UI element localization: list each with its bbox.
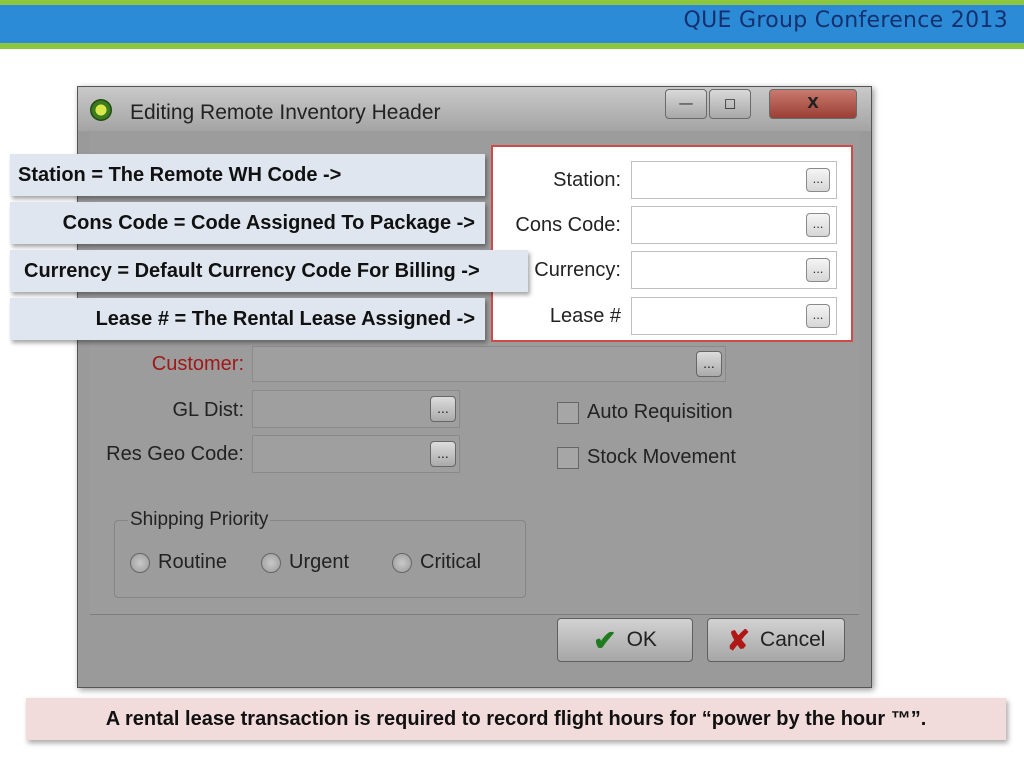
bottom-note: A rental lease transaction is required t… (26, 698, 1006, 740)
station-callout: Station = The Remote WH Code -> (10, 154, 485, 196)
lease-lookup-button[interactable]: ... (806, 304, 830, 328)
priority-critical-label: Critical (420, 551, 482, 573)
cons-code-callout: Cons Code = Code Assigned To Package -> (10, 202, 485, 244)
lease-field[interactable]: ... (631, 297, 837, 335)
gl-dist-field[interactable] (252, 390, 460, 428)
customer-lookup-button[interactable]: ... (696, 351, 722, 377)
station-label: Station: (553, 169, 621, 191)
priority-routine-label: Routine (158, 551, 227, 573)
window-title: Editing Remote Inventory Header (130, 101, 441, 124)
lease-callout: Lease # = The Rental Lease Assigned -> (10, 298, 485, 340)
lease-label: Lease # (549, 305, 621, 327)
res-geo-code-lookup-button[interactable]: ... (430, 441, 456, 467)
priority-critical-option[interactable]: Critical (392, 551, 481, 574)
priority-critical-radio[interactable] (392, 552, 412, 573)
close-button[interactable]: X (769, 89, 857, 119)
cons-code-label: Cons Code: (515, 214, 621, 236)
customer-label: Customer: (151, 353, 244, 375)
auto-requisition-label: Auto Requisition (587, 401, 733, 423)
stock-movement-checkbox[interactable] (557, 446, 579, 469)
currency-field[interactable]: ... (631, 251, 837, 289)
slide-header: QUE Group Conference 2013 (0, 0, 1024, 50)
ok-button-label: OK (626, 628, 657, 651)
checkmark-icon: ✔ (593, 624, 617, 656)
cons-code-lookup-button[interactable]: ... (806, 213, 830, 237)
red-x-icon: ✘ (726, 624, 751, 656)
priority-urgent-radio[interactable] (261, 552, 281, 573)
res-geo-code-field[interactable] (252, 435, 460, 473)
priority-urgent-label: Urgent (289, 551, 350, 573)
cons-code-field[interactable]: ... (631, 206, 837, 244)
currency-lookup-button[interactable]: ... (806, 258, 830, 282)
minimize-button[interactable]: — (665, 89, 707, 119)
customer-field[interactable] (252, 346, 726, 382)
shipping-priority-title: Shipping Priority (128, 509, 271, 531)
window-titlebar[interactable]: Editing Remote Inventory Header — ◻ X (78, 87, 871, 131)
auto-requisition-option[interactable]: Auto Requisition (557, 401, 733, 424)
ok-button[interactable]: ✔ OK (557, 618, 693, 662)
cancel-button[interactable]: ✘ Cancel (707, 618, 845, 662)
priority-routine-option[interactable]: Routine (130, 551, 227, 574)
header-green-stripe-bottom (0, 43, 1024, 49)
stock-movement-label: Stock Movement (587, 446, 736, 468)
app-gear-icon (90, 99, 112, 121)
priority-routine-radio[interactable] (130, 552, 150, 573)
res-geo-code-label: Res Geo Code: (106, 443, 244, 465)
priority-urgent-option[interactable]: Urgent (261, 551, 349, 574)
gl-dist-lookup-button[interactable]: ... (430, 396, 456, 422)
maximize-button[interactable]: ◻ (709, 89, 751, 119)
stock-movement-option[interactable]: Stock Movement (557, 446, 736, 469)
currency-callout: Currency = Default Currency Code For Bil… (10, 250, 528, 292)
auto-requisition-checkbox[interactable] (557, 401, 579, 424)
zoomed-fields-panel: Station: ... Cons Code: ... Currency: ..… (491, 145, 853, 342)
slide-title: QUE Group Conference 2013 (683, 8, 1008, 33)
station-lookup-button[interactable]: ... (806, 168, 830, 192)
cancel-button-label: Cancel (760, 628, 826, 651)
station-field[interactable]: ... (631, 161, 837, 199)
gl-dist-label: GL Dist: (172, 399, 245, 421)
